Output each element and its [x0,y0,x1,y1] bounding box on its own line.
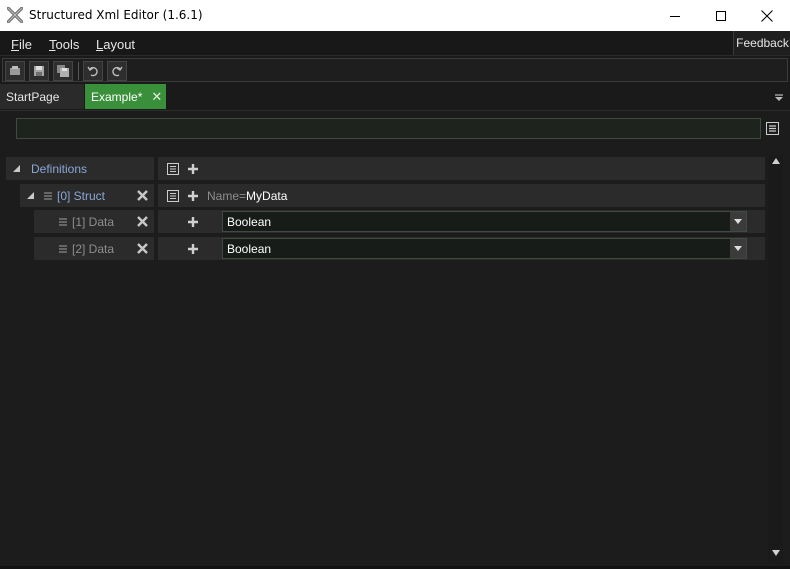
menu-bar: File Tools Layout Feedback [0,31,790,55]
minimize-icon [670,15,680,17]
menu-layout-label: ayout [103,37,136,52]
tree-node-label: Definitions [31,161,88,176]
menu-layout[interactable]: Layout [96,37,135,52]
new-button[interactable] [5,61,25,81]
menu-file[interactable]: File [11,37,32,52]
tab-example[interactable]: Example* ✕ [85,84,166,109]
tree-node-definitions[interactable]: Definitions [6,157,154,180]
save-button[interactable] [29,61,49,81]
undo-icon [87,66,98,77]
attributes-menu-icon[interactable] [166,162,180,176]
tab-separator [0,110,790,111]
tab-overflow-button[interactable] [774,92,784,106]
delete-icon[interactable] [135,215,149,229]
app-logo-icon [6,6,24,24]
add-icon[interactable] [186,242,200,256]
menu-tools[interactable]: Tools [49,37,79,52]
tree-node-data-1[interactable]: [1] Data [34,210,154,233]
delete-icon[interactable] [135,242,149,256]
attribute-value[interactable]: MyData [246,189,287,203]
window-title: Structured Xml Editor (1.6.1) [29,8,203,22]
tree-row-definitions-values [158,157,765,180]
collapse-arrow-icon[interactable] [23,189,37,203]
tree-node-label: [1] Data [72,214,115,229]
search-input[interactable] [16,118,761,139]
tree-node-label: [2] Data [72,241,115,256]
tree-node-data-2[interactable]: [2] Data [34,237,154,260]
value-dropdown[interactable]: Boolean [222,238,747,259]
collapse-arrow-icon[interactable] [9,162,23,176]
search-options-button[interactable] [766,122,780,139]
close-icon [761,9,773,22]
menu-file-accel: F [11,37,19,52]
tab-startpage[interactable]: StartPage [0,84,84,109]
save-icon [34,66,44,76]
tree-row-struct-values: Name=MyData [158,184,765,207]
add-icon[interactable] [186,189,200,203]
toolbar-panel [2,58,788,82]
maximize-icon [716,10,726,21]
feedback-button[interactable]: Feedback [733,31,790,55]
toolbar [0,55,790,85]
menu-file-label: ile [18,37,32,52]
list-icon [766,122,779,135]
scroll-track[interactable] [771,170,780,548]
close-window-button[interactable] [744,0,790,31]
attribute-name[interactable]: Name=MyData [207,189,287,203]
add-icon[interactable] [186,215,200,229]
attributes-menu-icon[interactable] [166,189,180,203]
chevron-down-icon[interactable] [730,239,746,258]
title-bar: Structured Xml Editor (1.6.1) [0,0,790,31]
add-icon[interactable] [186,162,200,176]
tab-startpage-label: StartPage [6,89,60,104]
dropdown-selected-value: Boolean [227,241,272,256]
undo-button[interactable] [83,61,103,81]
redo-button[interactable] [107,61,127,81]
minimize-button[interactable] [652,0,698,31]
value-dropdown[interactable]: Boolean [222,211,747,232]
scroll-down-arrow-icon[interactable] [768,550,783,560]
tree-row-data-2-values: Boolean [158,237,765,260]
tab-overflow-icon [775,94,783,101]
tab-bar: StartPage Example* ✕ [0,84,790,110]
tab-close-icon[interactable]: ✕ [151,89,162,105]
redo-icon [112,66,123,77]
attribute-equals: = [239,188,247,203]
dropdown-selected-value: Boolean [227,214,272,229]
menu-tools-label: ools [55,37,80,52]
tree-node-label: [0] Struct [57,188,106,203]
tab-example-label: Example* [91,89,143,104]
tree-row-data-1-values: Boolean [158,210,765,233]
tree-node-struct[interactable]: [0] Struct [20,184,154,207]
drag-handle-icon[interactable] [56,242,70,256]
drag-handle-icon[interactable] [41,189,55,203]
save-as-button[interactable] [53,61,73,81]
scroll-up-arrow-icon[interactable] [768,158,783,168]
maximize-button[interactable] [698,0,744,31]
new-icon [10,66,20,75]
delete-icon[interactable] [135,189,149,203]
vertical-scrollbar[interactable] [768,156,783,563]
toolbar-separator [78,62,79,80]
drag-handle-icon[interactable] [56,215,70,229]
attribute-name-label: Name [207,188,240,203]
save-as-icon [57,65,69,77]
chevron-down-icon[interactable] [730,212,746,231]
